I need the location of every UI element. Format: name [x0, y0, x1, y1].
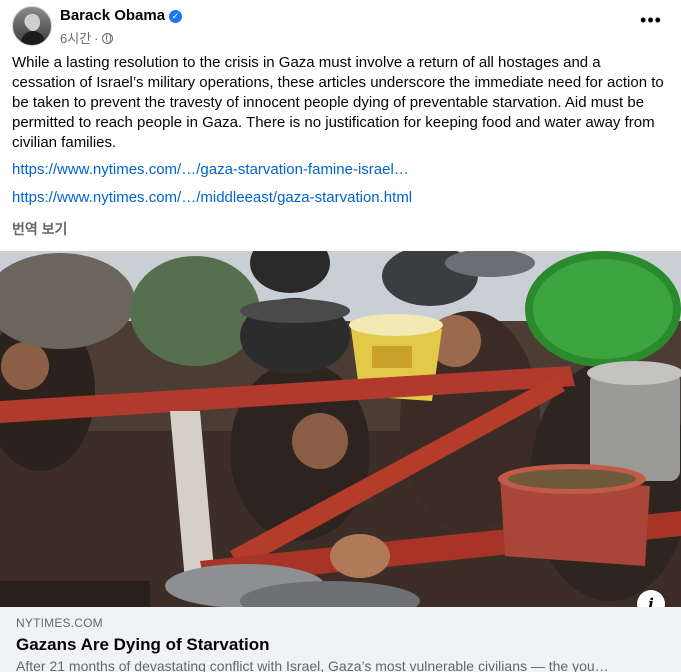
avatar-suit [21, 31, 45, 45]
author-name-text[interactable]: Barack Obama [60, 7, 165, 24]
post-photo[interactable] [0, 251, 681, 607]
facebook-post: Barack Obama ✓ 6시간 · ••• While a lasting r… [0, 0, 681, 672]
card-description: After 21 months of devastating conflict … [16, 658, 609, 672]
post-body-text: While a lasting resolution to the crisis… [12, 54, 664, 151]
article-link-2[interactable]: https://www.nytimes.com/…/middleeast/gaz… [12, 189, 412, 206]
meta-separator: · [94, 31, 99, 46]
more-options-button[interactable]: ••• [637, 10, 665, 38]
article-link-1[interactable]: https://www.nytimes.com/…/gaza-starvatio… [12, 161, 409, 178]
see-translation-button[interactable]: 번역 보기 [12, 219, 67, 239]
link-preview-card[interactable]: NYTIMES.COM Gazans Are Dying of Starvati… [0, 607, 681, 672]
globe-icon [101, 33, 113, 44]
post-header: Barack Obama ✓ 6시간 · ••• [12, 6, 669, 46]
verified-badge-icon: ✓ [169, 10, 183, 23]
avatar-head [26, 14, 40, 31]
post-timestamp[interactable]: 6시간 [60, 31, 91, 46]
photo-illustration [0, 251, 681, 607]
author-avatar[interactable] [12, 6, 52, 46]
card-title[interactable]: Gazans Are Dying of Starvation [16, 635, 269, 655]
author-name[interactable]: Barack Obama ✓ [60, 7, 183, 24]
post-meta: 6시간 · [60, 28, 113, 47]
card-domain: NYTIMES.COM [16, 616, 103, 630]
